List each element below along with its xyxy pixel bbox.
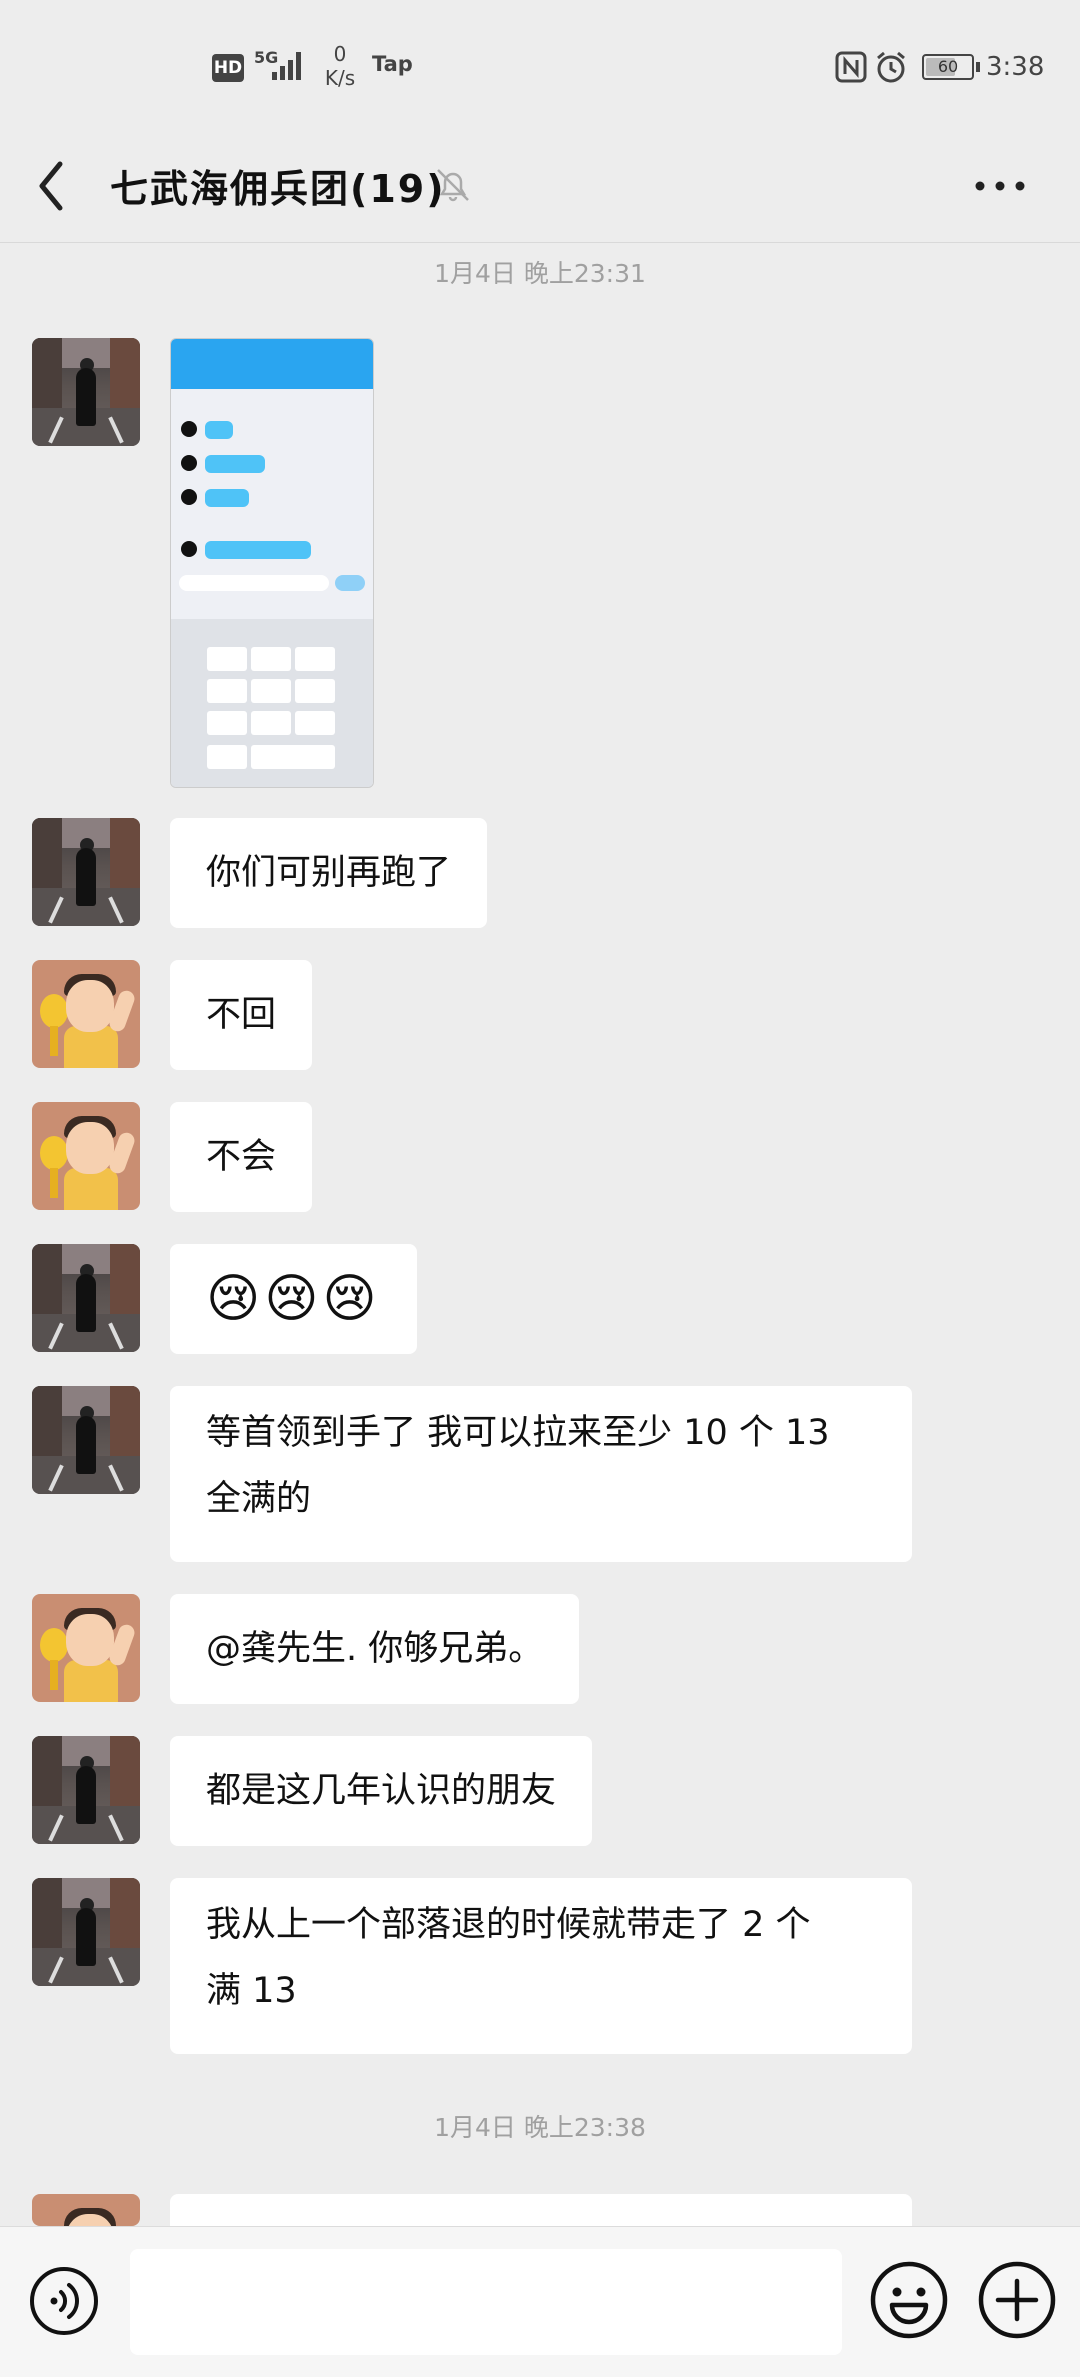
timestamp: 1月4日 晚上23:38 (434, 2113, 646, 2142)
avatar[interactable] (32, 960, 140, 1068)
message-input[interactable] (130, 2249, 842, 2355)
chat-title[interactable]: 七武海佣兵团(19) (110, 158, 446, 213)
chat-header: 七武海佣兵团(19) (0, 130, 1080, 243)
back-arrow-icon[interactable] (30, 156, 74, 216)
message-bubble-partial[interactable] (170, 2194, 912, 2226)
voice-icon[interactable] (28, 2265, 100, 2337)
speed-unit: K/s (324, 66, 356, 90)
hd-badge: HD (212, 54, 244, 82)
speed-value: 0 (333, 42, 347, 66)
avatar[interactable] (32, 1878, 140, 1986)
tap-indicator: Tap (372, 52, 413, 76)
emoji-message[interactable]: 😢😢😢 (170, 1244, 417, 1354)
battery-icon: 60 (922, 54, 974, 80)
battery-text: 60 (937, 57, 959, 76)
message-bubble[interactable]: 不会 (170, 1102, 313, 1212)
message-bubble[interactable]: 都是这几年认识的朋友 (170, 1736, 593, 1846)
avatar[interactable] (32, 818, 140, 926)
timestamp: 1月4日 晚上23:31 (434, 259, 646, 288)
alarm-icon (877, 51, 905, 83)
more-dots-icon[interactable] (970, 166, 1030, 206)
network-speed: 0 K/s (320, 42, 360, 90)
avatar[interactable] (32, 1102, 140, 1210)
message-line: 我从上一个部落退的时候就带走了 2 个 (206, 1905, 811, 1945)
message-line: 等首领到手了 我可以拉来至少 10 个 13 (206, 1413, 830, 1453)
avatar[interactable] (32, 1594, 140, 1702)
battery-tip (976, 62, 980, 72)
plus-icon[interactable] (976, 2259, 1058, 2341)
avatar[interactable] (32, 2194, 140, 2226)
message-bubble[interactable]: 你们可别再跑了 (170, 818, 488, 928)
message-line: 满 13 (206, 1971, 297, 2011)
avatar[interactable] (32, 1386, 140, 1494)
input-bar (0, 2226, 1080, 2377)
message-bubble[interactable]: @龚先生. 你够兄弟。 (170, 1594, 580, 1704)
avatar[interactable] (32, 338, 140, 446)
nfc-icon (835, 51, 867, 83)
message-line: 全满的 (206, 1479, 312, 1519)
clock: 3:38 (986, 52, 1045, 82)
avatar[interactable] (32, 1736, 140, 1844)
status-bar: HD 5G 0 K/s Tap 60 3:38 (0, 0, 1080, 130)
emoji-icon[interactable] (868, 2259, 950, 2341)
bell-muted-icon (437, 169, 469, 202)
message-bubble[interactable]: 我从上一个部落退的时候就带走了 2 个 满 13 (170, 1878, 912, 2054)
message-bubble[interactable]: 不回 (170, 960, 313, 1070)
message-bubble[interactable]: 等首领到手了 我可以拉来至少 10 个 13 全满的 (170, 1386, 912, 1562)
avatar[interactable] (32, 1244, 140, 1352)
signal-icon (272, 52, 301, 80)
image-message[interactable] (170, 338, 374, 788)
